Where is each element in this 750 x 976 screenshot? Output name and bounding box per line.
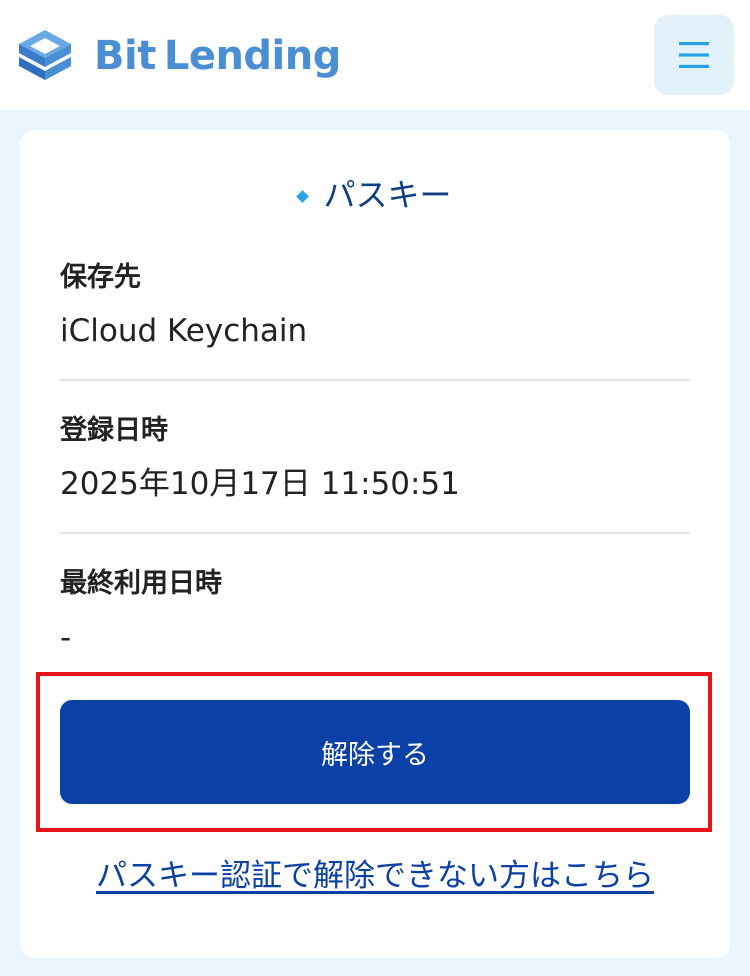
- diamond-bullet-icon: [296, 189, 310, 203]
- alternate-removal-link[interactable]: パスキー認証で解除できない方はこちら: [0, 852, 750, 900]
- registered-at-label: 登録日時: [60, 415, 168, 446]
- passkey-card: [20, 130, 730, 958]
- app-header: Bit Lending: [0, 0, 750, 110]
- last-used-value: -: [60, 620, 72, 656]
- storage-location-value: iCloud Keychain: [60, 313, 308, 349]
- bitlending-logo[interactable]: Bit Lending: [16, 24, 341, 88]
- registered-at-value: 2025年10月17日 11:50:51: [60, 466, 460, 502]
- section-title: パスキー: [0, 172, 750, 218]
- logo-wordmark-bit: Bit: [94, 33, 156, 79]
- section-title-text: パスキー: [323, 176, 452, 214]
- logo-wordmark: Bit Lending: [94, 24, 341, 88]
- last-used-label: 最終利用日時: [60, 568, 222, 599]
- divider: [60, 379, 690, 381]
- menu-button[interactable]: [654, 15, 734, 95]
- logo-wordmark-lending: Lending: [163, 33, 342, 79]
- hamburger-menu-icon: [679, 42, 709, 68]
- remove-passkey-button[interactable]: 解除する: [60, 700, 690, 804]
- bitlending-logo-icon: [19, 30, 71, 80]
- divider: [60, 532, 690, 534]
- storage-location-label: 保存先: [60, 262, 141, 293]
